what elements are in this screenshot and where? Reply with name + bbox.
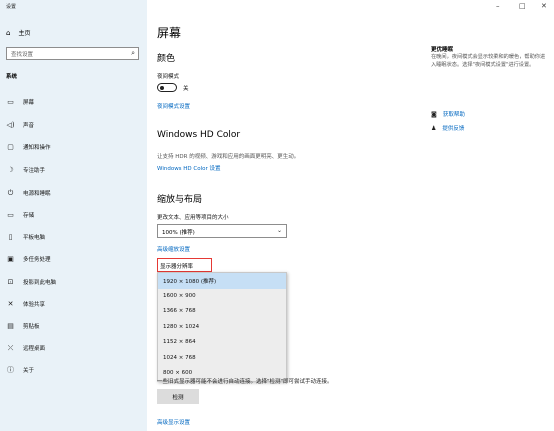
project-icon: ⊡ bbox=[7, 278, 14, 286]
night-mode-toggle[interactable]: 关 bbox=[157, 83, 189, 92]
search-placeholder: 查找设置 bbox=[11, 52, 34, 58]
chevron-down-icon: ⌄ bbox=[276, 227, 282, 234]
sidebar-section-title: 系统 bbox=[6, 74, 18, 80]
search-input[interactable]: 查找设置 ⌕ bbox=[6, 47, 139, 60]
resolution-option[interactable]: 1280 × 1024 bbox=[158, 320, 286, 336]
sidebar-item-about[interactable]: ⓘ 关于 bbox=[6, 365, 34, 375]
sidebar-item-notifications[interactable]: ▢ 通知和操作 bbox=[6, 142, 51, 152]
sidebar-item-label: 声音 bbox=[23, 123, 35, 129]
resolution-option[interactable]: 1366 × 768 bbox=[158, 304, 286, 320]
main-content: 屏幕 颜色 夜间模式 关 夜间模式设置 Windows HD Color 让支持… bbox=[157, 0, 417, 431]
sidebar-item-label: 多任务处理 bbox=[23, 257, 51, 263]
speaker-icon: ◁) bbox=[6, 121, 15, 129]
share-icon: ✕ bbox=[7, 300, 14, 308]
search-icon: ⌕ bbox=[131, 49, 135, 57]
sidebar-item-share[interactable]: ✕ 体验共享 bbox=[6, 299, 45, 309]
resolution-option[interactable]: 1152 × 864 bbox=[158, 335, 286, 351]
sidebar-item-remote[interactable]: ⤫ 远程桌面 bbox=[6, 343, 45, 353]
sidebar-item-label: 关于 bbox=[23, 368, 35, 374]
resolution-option[interactable]: 1600 × 900 bbox=[158, 289, 286, 305]
sidebar-item-label: 远程桌面 bbox=[23, 346, 46, 352]
hdr-heading: Windows HD Color bbox=[157, 130, 241, 140]
sidebar-item-label: 屏幕 bbox=[23, 100, 35, 106]
toggle-switch[interactable] bbox=[157, 83, 177, 92]
remote-icon: ⤫ bbox=[7, 343, 14, 352]
sidebar-item-label: 剪贴板 bbox=[23, 324, 40, 330]
sidebar-item-label: 存储 bbox=[23, 213, 35, 219]
power-icon: ⏻ bbox=[7, 188, 14, 197]
notification-icon: ▢ bbox=[7, 143, 14, 151]
hdr-description: 让支持 HDR 的视频、游戏和应用的画面更明亮、更生动。 bbox=[157, 154, 300, 160]
advanced-scale-link[interactable]: 高级缩放设置 bbox=[157, 245, 190, 253]
sidebar-item-tablet[interactable]: ▯ 平板电脑 bbox=[6, 232, 45, 242]
sidebar-item-storage[interactable]: ▭ 存储 bbox=[6, 210, 34, 220]
sidebar-item-home[interactable]: ⌂ 主页 bbox=[6, 28, 31, 38]
window-title: 设置 bbox=[6, 4, 17, 10]
resolution-option[interactable]: 1920 × 1080 (推荐) bbox=[158, 273, 286, 289]
hdr-settings-link[interactable]: Windows HD Color 设置 bbox=[157, 164, 221, 172]
sidebar-item-label: 电源和睡眠 bbox=[23, 191, 51, 197]
clipboard-icon: ▤ bbox=[7, 322, 14, 330]
home-icon: ⌂ bbox=[6, 28, 11, 37]
sidebar-item-label: 平板电脑 bbox=[23, 235, 46, 241]
sidebar: 设置 ⌂ 主页 查找设置 ⌕ 系统 ▭ 屏幕 ◁) 声音 ▢ 通知和操作 ☽ 专… bbox=[0, 0, 147, 431]
night-mode-settings-link[interactable]: 夜间模式设置 bbox=[157, 102, 190, 110]
get-help-link[interactable]: ◙ 获取帮助 bbox=[431, 110, 465, 119]
sidebar-item-label: 通知和操作 bbox=[23, 145, 51, 151]
toggle-state: 关 bbox=[183, 85, 189, 92]
home-label: 主页 bbox=[18, 30, 31, 37]
resolution-label: 显示器分辨率 bbox=[157, 258, 212, 272]
scale-value: 100% (推荐) bbox=[162, 230, 195, 236]
scale-label: 更改文本、应用等项目的大小 bbox=[157, 215, 229, 221]
sidebar-item-project[interactable]: ⊡ 投影到此电脑 bbox=[6, 277, 56, 287]
feedback-icon: ♟ bbox=[431, 124, 437, 132]
sidebar-item-label: 专注助手 bbox=[23, 168, 46, 174]
color-heading: 颜色 bbox=[157, 54, 176, 64]
scale-heading: 缩放与布局 bbox=[157, 195, 203, 205]
page-title: 屏幕 bbox=[157, 26, 182, 40]
sidebar-item-display[interactable]: ▭ 屏幕 bbox=[6, 97, 34, 107]
night-mode-label: 夜间模式 bbox=[157, 74, 180, 80]
scale-dropdown[interactable]: 100% (推荐) ⌄ bbox=[157, 224, 287, 238]
detect-button[interactable]: 检测 bbox=[157, 389, 199, 404]
sidebar-item-label: 投影到此电脑 bbox=[23, 280, 57, 286]
tablet-icon: ▯ bbox=[8, 233, 13, 241]
multitask-icon: ▣ bbox=[7, 255, 14, 263]
storage-icon: ▭ bbox=[7, 211, 14, 219]
right-panel: 更优睡眠 在晚间，夜间模式会显示较柔和的暖色，帮助你进入睡眠状态。选择"夜间模式… bbox=[431, 0, 554, 431]
right-panel-description: 在晚间，夜间模式会显示较柔和的暖色，帮助你进入睡眠状态。选择"夜间模式设置"进行… bbox=[431, 54, 546, 68]
feedback-link[interactable]: ♟ 提供反馈 bbox=[431, 124, 465, 133]
sidebar-item-focus[interactable]: ☽ 专注助手 bbox=[6, 165, 45, 175]
detect-description: 一些旧式显示器可能不会进行自动连接。选择"检测"即可尝试手动连接。 bbox=[157, 379, 333, 385]
sidebar-item-sound[interactable]: ◁) 声音 bbox=[6, 120, 34, 130]
sidebar-item-power[interactable]: ⏻ 电源和睡眠 bbox=[6, 188, 51, 198]
help-icon: ◙ bbox=[431, 110, 437, 118]
sidebar-item-multitask[interactable]: ▣ 多任务处理 bbox=[6, 254, 51, 264]
resolution-option[interactable]: 1024 × 768 bbox=[158, 351, 286, 367]
advanced-display-link[interactable]: 高级显示设置 bbox=[157, 418, 190, 426]
get-help-label: 获取帮助 bbox=[442, 112, 465, 118]
sidebar-item-clipboard[interactable]: ▤ 剪贴板 bbox=[6, 321, 40, 331]
moon-icon: ☽ bbox=[7, 166, 14, 174]
info-icon: ⓘ bbox=[7, 366, 14, 374]
monitor-icon: ▭ bbox=[7, 98, 14, 106]
resolution-dropdown-list[interactable]: 1920 × 1080 (推荐) 1600 × 900 1366 × 768 1… bbox=[157, 272, 287, 382]
sidebar-item-label: 体验共享 bbox=[23, 302, 46, 308]
feedback-label: 提供反馈 bbox=[442, 126, 465, 132]
right-panel-title: 更优睡眠 bbox=[431, 47, 454, 53]
